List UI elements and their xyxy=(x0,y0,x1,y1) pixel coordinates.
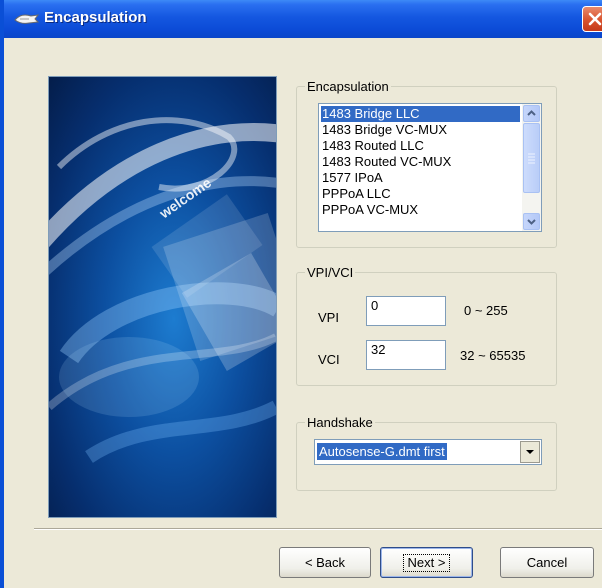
chevron-down-icon xyxy=(527,219,536,225)
cancel-button-label: Cancel xyxy=(526,555,568,570)
window-title: Encapsulation xyxy=(44,9,147,26)
vci-range: 32 ~ 65535 xyxy=(460,348,526,363)
scroll-up-button[interactable] xyxy=(523,105,540,122)
close-button[interactable] xyxy=(582,6,602,32)
list-item[interactable]: 1483 Routed VC-MUX xyxy=(321,154,520,170)
hand-wave-icon xyxy=(14,11,40,27)
vpi-label: VPI xyxy=(318,310,339,325)
scroll-thumb[interactable] xyxy=(523,123,540,193)
list-item[interactable]: 1483 Routed LLC xyxy=(321,138,520,154)
handshake-dropdown-button[interactable] xyxy=(520,441,540,463)
listbox-scrollbar[interactable] xyxy=(522,104,541,231)
list-item[interactable]: 1577 IPoA xyxy=(321,170,520,186)
vci-input[interactable]: 32 xyxy=(366,340,446,370)
chevron-down-icon xyxy=(526,450,534,454)
chevron-up-icon xyxy=(527,110,536,116)
button-separator xyxy=(34,528,602,530)
title-bar[interactable]: Encapsulation xyxy=(4,0,602,38)
vpi-input[interactable]: 0 xyxy=(366,296,446,326)
scroll-down-button[interactable] xyxy=(523,213,540,230)
next-button[interactable]: Next > xyxy=(380,547,473,578)
back-button[interactable]: < Back xyxy=(279,547,371,578)
encapsulation-listbox[interactable]: 1483 Bridge LLC 1483 Bridge VC-MUX 1483 … xyxy=(318,103,542,232)
welcome-banner-image: welcome xyxy=(48,76,277,518)
list-item[interactable]: PPPoA LLC xyxy=(321,186,520,202)
cancel-button[interactable]: Cancel xyxy=(500,547,594,578)
encapsulation-group-label: Encapsulation xyxy=(305,79,391,94)
vpivci-group-label: VPI/VCI xyxy=(305,265,356,280)
back-button-label: < Back xyxy=(304,555,346,570)
vpi-range: 0 ~ 255 xyxy=(464,303,508,318)
dialog-window: Encapsulation welcome Encapsulation 1483… xyxy=(0,0,602,588)
next-button-label: Next > xyxy=(402,554,451,572)
list-item[interactable]: 1483 Bridge VC-MUX xyxy=(321,122,520,138)
handshake-group-label: Handshake xyxy=(305,415,375,430)
list-item[interactable]: PPPoA VC-MUX xyxy=(321,202,520,218)
handshake-selected-value: Autosense-G.dmt first xyxy=(317,443,447,460)
list-item[interactable]: 1483 Bridge LLC xyxy=(321,106,520,122)
handshake-select[interactable]: Autosense-G.dmt first xyxy=(314,439,542,465)
vci-label: VCI xyxy=(318,352,340,367)
